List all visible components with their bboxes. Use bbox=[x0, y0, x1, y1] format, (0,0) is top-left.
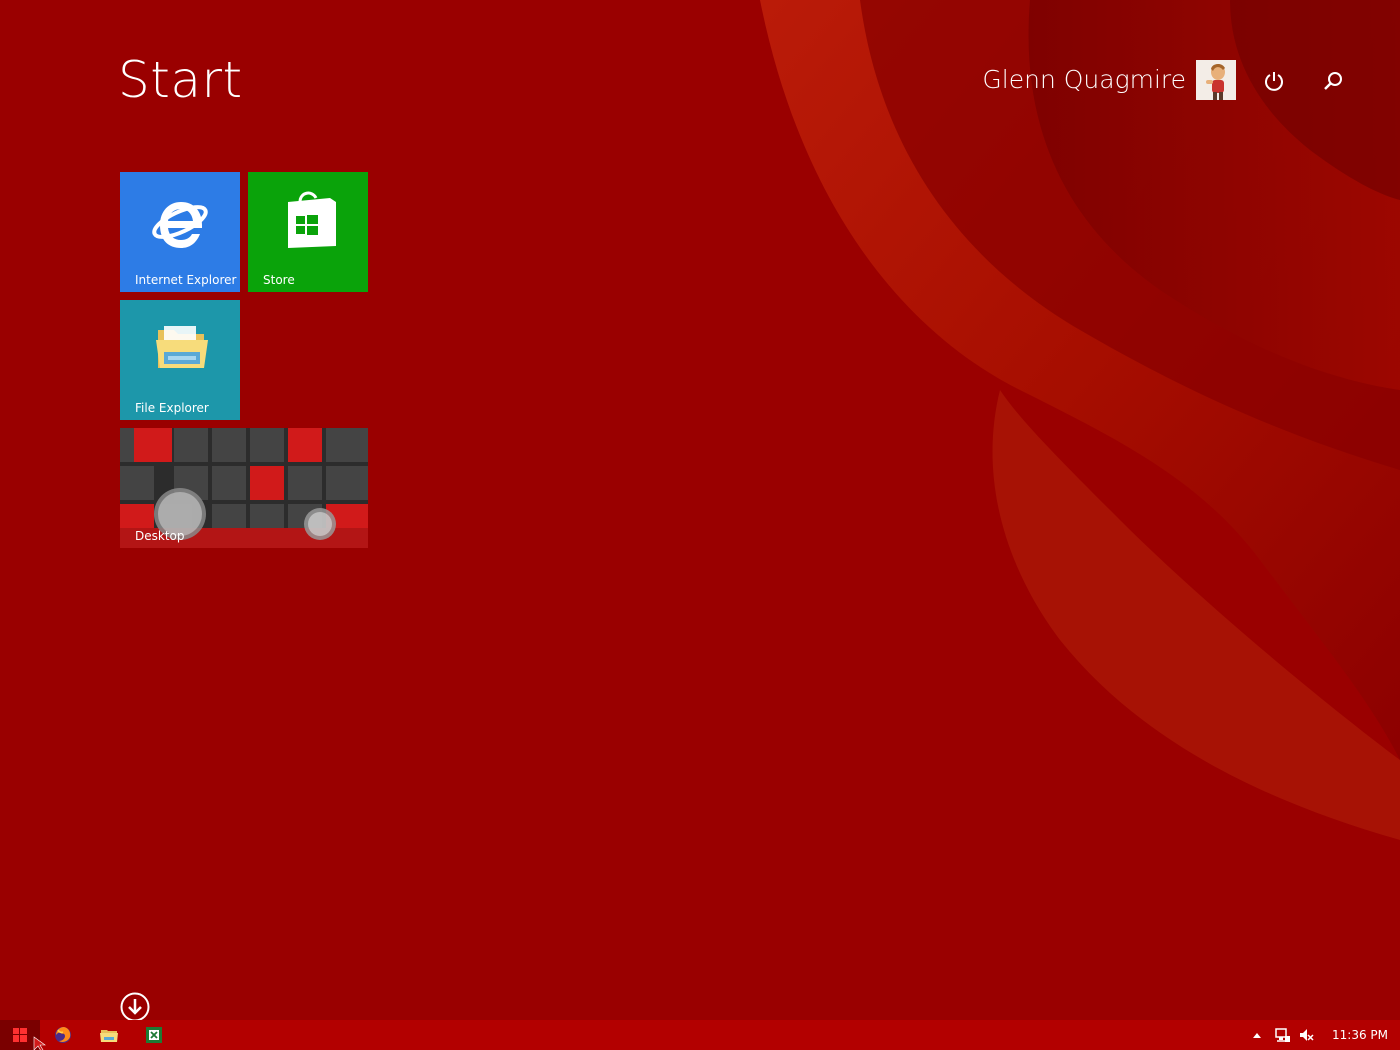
folder-icon bbox=[100, 1030, 118, 1042]
network-status[interactable] bbox=[1272, 1026, 1292, 1044]
tile-file-explorer[interactable]: File Explorer bbox=[120, 300, 240, 420]
taskbar-excel[interactable] bbox=[132, 1020, 176, 1050]
mouse-cursor-icon bbox=[33, 1036, 46, 1050]
search-button[interactable] bbox=[1316, 64, 1350, 98]
volume-control[interactable] bbox=[1296, 1026, 1316, 1044]
clock[interactable]: 11:36 PM bbox=[1332, 1020, 1388, 1050]
all-apps-button[interactable] bbox=[120, 992, 150, 1022]
power-icon bbox=[1265, 72, 1283, 91]
excel-icon bbox=[146, 1027, 162, 1043]
chevron-up-icon bbox=[1253, 1033, 1261, 1038]
page-title: Start bbox=[118, 51, 243, 109]
taskbar-firefox[interactable] bbox=[41, 1020, 85, 1050]
network-icon bbox=[1275, 1028, 1290, 1042]
windows-logo-icon bbox=[13, 1028, 27, 1042]
tile-label: Desktop bbox=[135, 529, 185, 543]
tile-label: File Explorer bbox=[135, 401, 209, 415]
avatar bbox=[1196, 60, 1236, 100]
file-explorer-icon bbox=[156, 326, 208, 368]
tile-label: Internet Explorer bbox=[135, 273, 237, 287]
user-account[interactable]: Glenn Quagmire bbox=[982, 60, 1236, 100]
start-screen: Start Glenn Quagmire Internet Explorer S… bbox=[0, 0, 1400, 1050]
power-button[interactable] bbox=[1257, 64, 1291, 98]
tile-internet-explorer[interactable]: Internet Explorer bbox=[120, 172, 240, 292]
arrow-down-circle-icon bbox=[120, 992, 150, 1022]
tile-label: Store bbox=[263, 273, 295, 287]
user-name: Glenn Quagmire bbox=[982, 65, 1186, 94]
volume-muted-icon bbox=[1300, 1029, 1314, 1041]
tile-store[interactable]: Store bbox=[248, 172, 368, 292]
search-icon bbox=[1324, 72, 1342, 90]
taskbar: 11:36 PM bbox=[0, 1020, 1400, 1050]
internet-explorer-icon bbox=[152, 202, 208, 248]
store-icon bbox=[288, 191, 336, 248]
show-hidden-icons-button[interactable] bbox=[1250, 1026, 1264, 1044]
firefox-icon bbox=[55, 1027, 71, 1043]
taskbar-file-explorer[interactable] bbox=[87, 1020, 131, 1050]
tile-desktop[interactable]: Desktop bbox=[120, 428, 368, 548]
